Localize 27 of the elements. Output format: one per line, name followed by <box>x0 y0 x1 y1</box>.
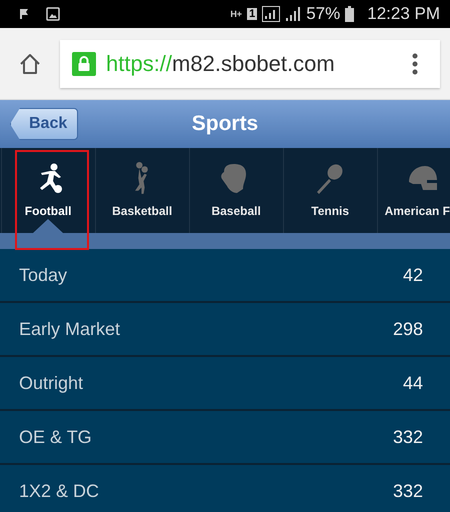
sport-tab[interactable]: American F <box>378 148 450 233</box>
market-name: Today <box>19 264 68 286</box>
url-text: https://m82.sbobet.com <box>106 50 335 76</box>
back-button[interactable]: Back <box>10 108 78 140</box>
network-type: H+ <box>230 10 242 18</box>
market-name: 1X2 & DC <box>19 480 100 502</box>
event-count: 298 <box>392 318 423 340</box>
market-name: OE & TG <box>19 426 92 448</box>
market-name: Outright <box>19 372 84 394</box>
home-icon[interactable] <box>18 52 42 76</box>
event-count: 44 <box>402 372 423 394</box>
player-icon <box>135 162 150 196</box>
event-count: 332 <box>392 480 423 502</box>
menu-icon[interactable] <box>412 53 418 75</box>
battery-level: 57% <box>306 4 340 24</box>
signal-icon <box>262 6 280 22</box>
address-bar[interactable]: https://m82.sbobet.com <box>60 40 440 88</box>
page-title: Sports <box>192 112 258 136</box>
sim-indicator: 1 <box>247 8 258 20</box>
event-count: 42 <box>402 264 423 286</box>
clock: 12:23 PM <box>367 4 440 24</box>
event-count: 332 <box>392 426 423 448</box>
flag-icon <box>18 8 30 20</box>
image-icon <box>46 7 60 21</box>
battery-icon <box>345 6 354 22</box>
market-name: Early Market <box>19 318 120 340</box>
signal-icon <box>285 6 302 22</box>
